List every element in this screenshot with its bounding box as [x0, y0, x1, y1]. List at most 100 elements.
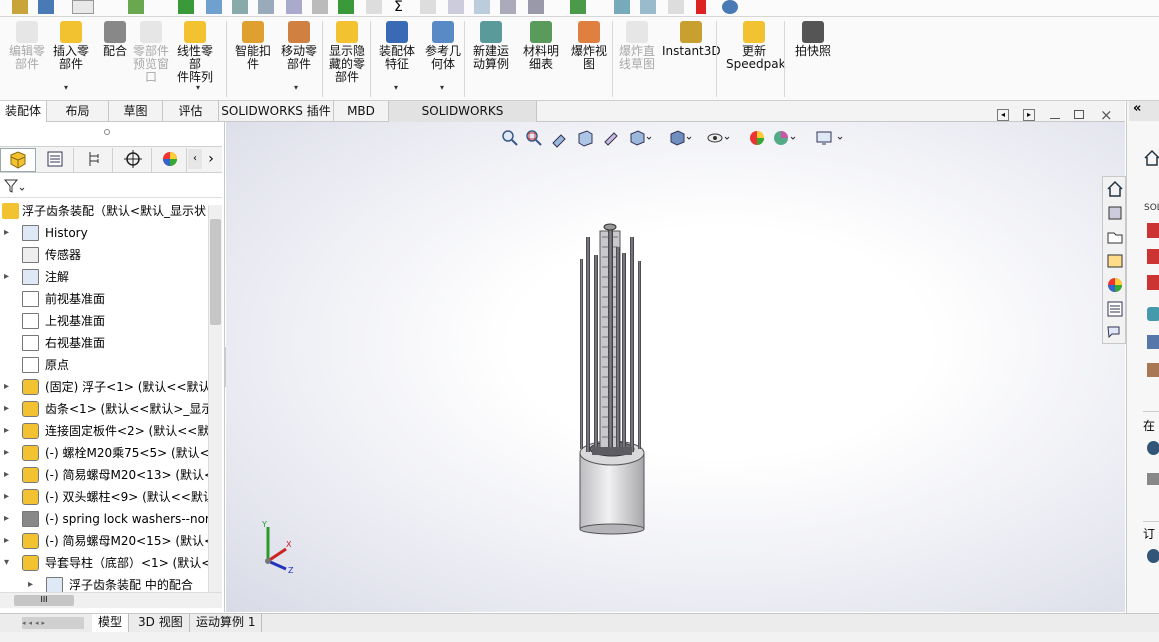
- hscroll-thumb[interactable]: III: [14, 595, 74, 606]
- tab-scroll-left[interactable]: ‹: [188, 149, 202, 169]
- tab-assembly[interactable]: 装配体: [0, 101, 47, 122]
- tree-item[interactable]: ▸ (-) 螺栓M20乘75<5> (默认<: [0, 442, 208, 464]
- tree-item[interactable]: ▸ (-) 简易螺母M20<15> (默认<: [0, 530, 208, 552]
- expand-toggle-icon[interactable]: ▸: [4, 530, 14, 552]
- filter-icon[interactable]: [3, 178, 25, 194]
- expand-toggle-icon[interactable]: ▸: [4, 486, 14, 508]
- tree-item[interactable]: 前视基准面: [0, 288, 208, 310]
- tool-icon[interactable]: [206, 0, 222, 14]
- instant3d-button[interactable]: Instant3D: [662, 21, 721, 58]
- select-arrow-icon[interactable]: [72, 0, 94, 14]
- close-icon[interactable]: ×: [1100, 106, 1113, 124]
- tab-mbd[interactable]: MBD: [334, 101, 389, 122]
- stop-icon[interactable]: [696, 0, 706, 14]
- tree-item[interactable]: 右视基准面: [0, 332, 208, 354]
- display-manager-tab[interactable]: [155, 148, 187, 172]
- minimize-icon[interactable]: [1050, 118, 1060, 119]
- zoom-to-fit-icon[interactable]: [500, 128, 518, 148]
- tab-evaluate[interactable]: 评估: [163, 101, 219, 122]
- assembly-features-button[interactable]: 装配体 特征: [374, 21, 420, 71]
- tab-motion-study[interactable]: 运动算例 1: [190, 614, 263, 632]
- tab-sketch[interactable]: 草图: [109, 101, 163, 122]
- tab-navigation-arrows[interactable]: ◂◂◂▸: [22, 617, 84, 629]
- bill-of-materials-button[interactable]: 材料明 细表: [518, 21, 564, 71]
- new-motion-study-button[interactable]: 新建运 动算例: [468, 21, 514, 71]
- tab-model[interactable]: 模型: [92, 614, 130, 632]
- zoom-area-icon[interactable]: [524, 128, 542, 148]
- custom-properties-icon[interactable]: [1106, 300, 1124, 318]
- dropdown-arrow-icon[interactable]: ▾: [294, 83, 298, 92]
- expand-toggle-icon[interactable]: ▸: [4, 376, 14, 398]
- exploded-view-button[interactable]: 爆炸视图: [566, 21, 612, 71]
- edit-appearance-icon[interactable]: [748, 128, 768, 148]
- sum-icon[interactable]: Σ: [394, 0, 410, 14]
- feature-tree-tab[interactable]: [0, 148, 36, 172]
- tree-item[interactable]: ▸ (-) 双头螺柱<9> (默认<<默认: [0, 486, 208, 508]
- tool-icon[interactable]: [366, 0, 382, 14]
- tool-icon[interactable]: [448, 0, 464, 14]
- expand-toggle-icon[interactable]: ▸: [4, 508, 14, 530]
- graphics-viewport[interactable]: ◂ ▸ × Y X Z: [226, 106, 1125, 612]
- linear-pattern-button[interactable]: 线性零部 件阵列: [172, 21, 218, 84]
- tree-item[interactable]: 传感器: [0, 244, 208, 266]
- tree-item[interactable]: ▸ (-) 简易螺母M20<13> (默认<: [0, 464, 208, 486]
- expand-toggle-icon[interactable]: ▸: [28, 574, 38, 592]
- home-icon[interactable]: [1106, 180, 1124, 198]
- tab-solidworks-inspection[interactable]: SOLIDWORKS Inspection: [389, 101, 537, 138]
- expand-toggle-icon[interactable]: ▸: [4, 442, 14, 464]
- tool-icon[interactable]: [668, 0, 684, 14]
- globe-icon[interactable]: [1147, 441, 1159, 455]
- globe-icon[interactable]: [1147, 549, 1159, 563]
- snapshot-button[interactable]: 拍快照: [790, 21, 836, 58]
- dropdown-arrow-icon[interactable]: ▾: [394, 83, 398, 92]
- resource-icon[interactable]: [1147, 307, 1159, 321]
- property-manager-tab[interactable]: [38, 148, 74, 172]
- view-palette-icon[interactable]: [1106, 252, 1124, 270]
- tab-layout[interactable]: 布局: [47, 101, 109, 122]
- close-x-icon[interactable]: [570, 0, 586, 14]
- configuration-tab[interactable]: [77, 148, 113, 172]
- component-preview-button[interactable]: 零部件 预览窗口: [128, 21, 174, 84]
- reference-geometry-button[interactable]: 参考几 何体: [420, 21, 466, 71]
- dropdown-arrow-icon[interactable]: ▾: [64, 83, 68, 92]
- view-settings-icon[interactable]: [814, 128, 844, 148]
- tool-icon[interactable]: [258, 0, 274, 14]
- tool-icon[interactable]: [640, 0, 656, 14]
- tool-icon[interactable]: [420, 0, 436, 14]
- resource-icon[interactable]: [1147, 223, 1159, 238]
- tool-icon[interactable]: [500, 0, 516, 14]
- move-component-button[interactable]: 移动零 部件: [276, 21, 322, 71]
- assembly-model[interactable]: [556, 217, 676, 547]
- save-icon[interactable]: [38, 0, 54, 14]
- insert-component-button[interactable]: 插入零 部件: [48, 21, 94, 71]
- scroll-thumb[interactable]: [210, 219, 221, 325]
- tab-solidworks-addins[interactable]: SOLIDWORKS 插件: [219, 101, 334, 122]
- open-icon[interactable]: [12, 0, 28, 14]
- tab-scroll-right[interactable]: ›: [204, 149, 218, 169]
- design-library-icon[interactable]: [1106, 204, 1124, 222]
- dropdown-arrow-icon[interactable]: ▾: [440, 83, 444, 92]
- tree-item[interactable]: ▸ 浮子齿条装配 中的配合: [0, 574, 208, 592]
- tree-item[interactable]: ▸ (-) spring lock washers--nor: [0, 508, 208, 530]
- next-window-icon[interactable]: ▸: [1023, 109, 1035, 121]
- expand-toggle-icon[interactable]: ▸: [4, 420, 14, 442]
- tab-3d-view[interactable]: 3D 视图: [132, 614, 190, 632]
- tree-item[interactable]: ▸ (固定) 浮子<1> (默认<<默认: [0, 376, 208, 398]
- tree-root[interactable]: 浮子齿条装配（默认<默认_显示状: [0, 200, 208, 222]
- check-icon[interactable]: [178, 0, 194, 14]
- hide-show-items-icon[interactable]: [706, 128, 730, 148]
- appearances-icon[interactable]: [1106, 276, 1124, 294]
- previous-window-icon[interactable]: ◂: [997, 109, 1009, 121]
- tree-item[interactable]: ▸ 连接固定板件<2> (默认<<默: [0, 420, 208, 442]
- task-pane-collapse-icon[interactable]: «: [1129, 101, 1159, 121]
- tree-item[interactable]: 上视基准面: [0, 310, 208, 332]
- dropdown-arrow-icon[interactable]: ▾: [196, 83, 200, 92]
- section-view-icon[interactable]: [576, 128, 594, 148]
- globe-icon[interactable]: [722, 0, 738, 14]
- expand-toggle-icon[interactable]: ▾: [4, 552, 14, 574]
- tree-item[interactable]: ▸ 注解: [0, 266, 208, 288]
- tree-horizontal-scrollbar[interactable]: III: [0, 592, 222, 608]
- resource-icon[interactable]: [1147, 363, 1159, 377]
- expand-toggle-icon[interactable]: ▸: [4, 222, 14, 244]
- explode-line-sketch-button[interactable]: 爆炸直 线草图: [614, 21, 660, 71]
